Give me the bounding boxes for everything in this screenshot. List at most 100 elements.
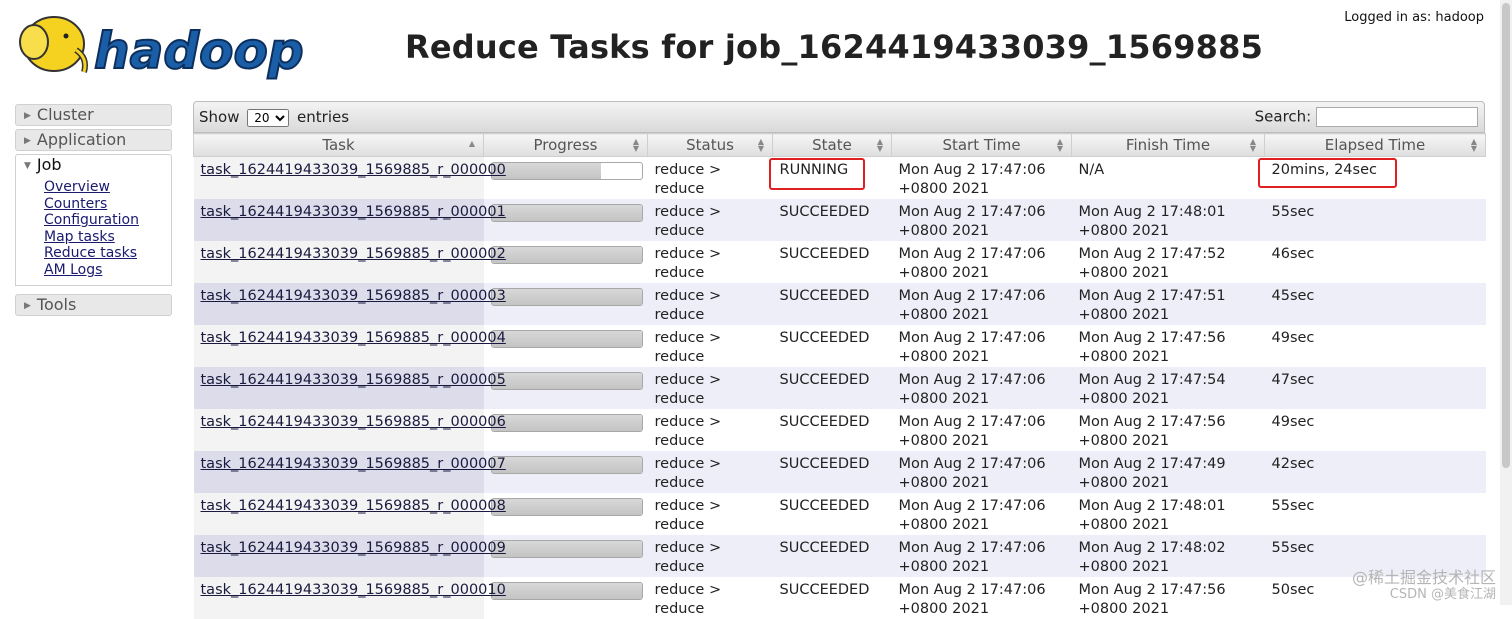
sort-both-icon: ▲ ▼ — [1470, 137, 1477, 153]
sidebar-item-job[interactable]: ▼ Job — [15, 154, 172, 175]
search-control: Search: — [1255, 107, 1478, 127]
task-link[interactable]: task_1624419433039_1569885_r_000007 — [201, 456, 506, 472]
state-cell: SUCCEEDED — [772, 367, 892, 409]
progress-cell — [483, 325, 648, 367]
tasks-table: Task ▲ Progress ▲ ▼ Status ▲ ▼ State ▲ ▼ Start Time… — [193, 133, 1486, 619]
elapsed-time-highlight — [1258, 158, 1397, 188]
status-cell: reduce > reduce — [647, 367, 773, 409]
running-state-highlight — [769, 158, 865, 190]
progress-bar — [490, 204, 643, 222]
sidebar-item-tools[interactable]: ▶ Tools — [15, 293, 172, 316]
status-cell: reduce > reduce — [647, 535, 773, 577]
elapsed-time-cell: 47sec — [1264, 367, 1486, 409]
state-text: SUCCEEDED — [779, 246, 870, 262]
sidebar-item-application[interactable]: ▶ Application — [15, 129, 172, 151]
scrollbar-thumb[interactable] — [1502, 3, 1510, 468]
job-link-overview[interactable]: Overview — [44, 179, 171, 196]
progress-bar — [490, 582, 643, 600]
task-link[interactable]: task_1624419433039_1569885_r_000000 — [201, 162, 506, 178]
table-toolbar: Show 20 entries Search: — [193, 101, 1485, 133]
sidebar-nav: ▶ Cluster ▶ Application ▼ Job Overview Coun… — [15, 104, 172, 319]
search-input[interactable] — [1316, 107, 1478, 127]
finish-time-cell: Mon Aug 2 17:47:49 +0800 2021 — [1071, 451, 1265, 493]
job-link-map-tasks[interactable]: Map tasks — [44, 229, 171, 246]
col-header-status[interactable]: Status ▲ ▼ — [647, 133, 773, 157]
job-link-configuration[interactable]: Configuration — [44, 212, 171, 229]
task-link[interactable]: task_1624419433039_1569885_r_000009 — [201, 540, 506, 556]
chevron-right-icon: ▶ — [24, 111, 31, 121]
table-row: task_1624419433039_1569885_r_000003 reduc… — [193, 283, 1486, 325]
col-header-elapsed-time[interactable]: Elapsed Time ▲ ▼ — [1264, 133, 1486, 157]
task-cell: task_1624419433039_1569885_r_000001 — [193, 199, 506, 241]
job-link-am-logs[interactable]: AM Logs — [44, 262, 171, 279]
start-time-cell: Mon Aug 2 17:47:06 +0800 2021 — [891, 577, 1072, 619]
status-cell: reduce > reduce — [647, 451, 773, 493]
job-link-counters[interactable]: Counters — [44, 196, 171, 213]
col-header-state[interactable]: State ▲ ▼ — [772, 133, 892, 157]
state-cell: SUCCEEDED — [772, 577, 892, 619]
elapsed-time-cell: 42sec — [1264, 451, 1486, 493]
chevron-down-icon: ▼ — [24, 161, 31, 171]
table-row: task_1624419433039_1569885_r_000001 reduc… — [193, 199, 1486, 241]
start-time-cell: Mon Aug 2 17:47:06 +0800 2021 — [891, 409, 1072, 451]
state-text: SUCCEEDED — [779, 498, 870, 514]
page-title: Reduce Tasks for job_1624419433039_15698… — [405, 28, 1264, 66]
logo-wordmark: hadoop — [94, 22, 304, 80]
task-link[interactable]: task_1624419433039_1569885_r_000005 — [201, 372, 506, 388]
task-link[interactable]: task_1624419433039_1569885_r_000001 — [201, 204, 506, 220]
task-link[interactable]: task_1624419433039_1569885_r_000008 — [201, 498, 506, 514]
progress-bar — [490, 162, 643, 180]
task-link[interactable]: task_1624419433039_1569885_r_000010 — [201, 582, 506, 598]
table-row: task_1624419433039_1569885_r_000005 reduc… — [193, 367, 1486, 409]
task-link[interactable]: task_1624419433039_1569885_r_000004 — [201, 330, 506, 346]
status-cell: reduce > reduce — [647, 325, 773, 367]
progress-bar — [490, 246, 643, 264]
finish-time-cell: Mon Aug 2 17:47:56 +0800 2021 — [1071, 409, 1265, 451]
sort-both-icon: ▲ ▼ — [1056, 137, 1063, 153]
finish-time-cell: Mon Aug 2 17:47:56 +0800 2021 — [1071, 325, 1265, 367]
job-link-reduce-tasks[interactable]: Reduce tasks — [44, 245, 171, 262]
col-header-finish-time[interactable]: Finish Time ▲ ▼ — [1071, 133, 1265, 157]
start-time-cell: Mon Aug 2 17:47:06 +0800 2021 — [891, 535, 1072, 577]
progress-fill — [491, 415, 642, 431]
state-text: SUCCEEDED — [779, 540, 870, 556]
task-link[interactable]: task_1624419433039_1569885_r_000006 — [201, 414, 506, 430]
finish-time-cell: Mon Aug 2 17:48:01 +0800 2021 — [1071, 199, 1265, 241]
progress-cell — [483, 451, 648, 493]
state-text: SUCCEEDED — [779, 288, 870, 304]
state-text: SUCCEEDED — [779, 204, 870, 220]
progress-bar — [490, 498, 643, 516]
state-cell: SUCCEEDED — [772, 535, 892, 577]
progress-cell — [483, 283, 648, 325]
chevron-right-icon: ▶ — [24, 300, 31, 311]
progress-fill — [491, 373, 642, 389]
sidebar-item-cluster[interactable]: ▶ Cluster — [15, 104, 172, 126]
elephant-logo-icon: hadoop — [19, 16, 305, 81]
watermark: @稀土掘金技术社区 CSDN @美食江湖 — [1351, 568, 1496, 602]
task-cell: task_1624419433039_1569885_r_000005 — [193, 367, 506, 409]
col-header-progress[interactable]: Progress ▲ ▼ — [483, 133, 648, 157]
progress-fill — [491, 583, 642, 599]
col-header-start-time[interactable]: Start Time ▲ ▼ — [891, 133, 1072, 157]
sort-both-icon: ▲ ▼ — [757, 137, 764, 153]
task-cell: task_1624419433039_1569885_r_000008 — [193, 493, 506, 535]
finish-time-cell: Mon Aug 2 17:47:54 +0800 2021 — [1071, 367, 1265, 409]
task-link[interactable]: task_1624419433039_1569885_r_000002 — [201, 246, 506, 262]
state-text: SUCCEEDED — [779, 330, 870, 346]
progress-cell — [483, 156, 648, 199]
progress-bar — [490, 456, 643, 474]
state-cell: SUCCEEDED — [772, 241, 892, 283]
progress-cell — [483, 577, 648, 619]
finish-time-cell: Mon Aug 2 17:47:52 +0800 2021 — [1071, 241, 1265, 283]
col-header-task[interactable]: Task ▲ — [193, 133, 484, 157]
sort-asc-icon: ▲ — [468, 139, 475, 148]
finish-time-cell: Mon Aug 2 17:47:51 +0800 2021 — [1071, 283, 1265, 325]
hadoop-logo[interactable]: hadoop — [14, 6, 314, 82]
progress-cell — [483, 199, 648, 241]
progress-cell — [483, 535, 648, 577]
page-size-select[interactable]: 20 — [247, 109, 290, 127]
vertical-scrollbar[interactable] — [1500, 0, 1512, 605]
task-link[interactable]: task_1624419433039_1569885_r_000003 — [201, 288, 506, 304]
state-cell: SUCCEEDED — [772, 409, 892, 451]
state-cell: SUCCEEDED — [772, 493, 892, 535]
